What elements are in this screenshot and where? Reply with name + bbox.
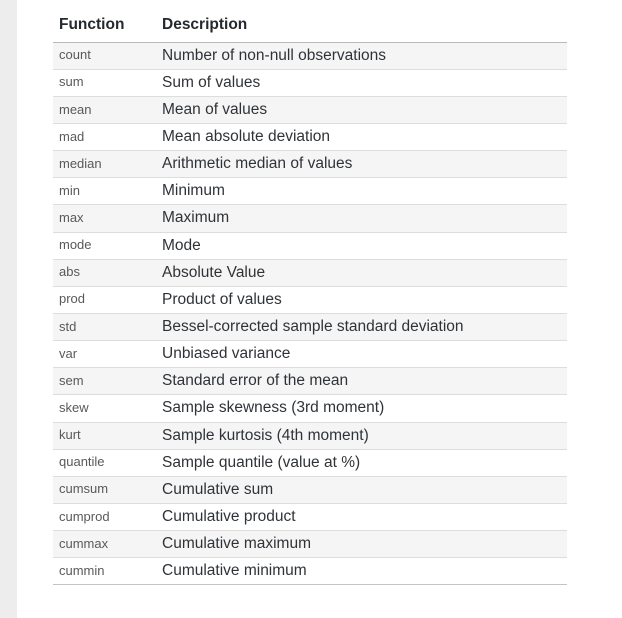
cell-function-description: Cumulative product (156, 502, 567, 532)
function-reference-table: Function Description count Number of non-… (53, 14, 567, 586)
cell-function-name: mean (53, 95, 156, 125)
content-area: Function Description count Number of non-… (17, 0, 622, 618)
table-row: mode Mode (53, 231, 567, 260)
cell-function-name: prod (53, 285, 156, 315)
cell-function-description: Sample quantile (value at %) (156, 448, 567, 477)
table-row: sem Standard error of the mean (53, 367, 567, 396)
cell-function-description: Mean of values (156, 95, 567, 125)
column-header-description: Description (162, 16, 248, 33)
cell-function-name: abs (53, 258, 156, 287)
cell-function-name: mode (53, 231, 156, 260)
cell-function-name: cummax (53, 530, 156, 559)
cell-function-description: Minimum (156, 177, 567, 206)
table-row: cumsum Cumulative sum (53, 475, 567, 504)
cell-function-description: Sample kurtosis (4th moment) (156, 421, 567, 450)
cell-function-name: quantile (53, 448, 156, 477)
cell-function-description: Mean absolute deviation (156, 123, 567, 152)
table-row: skew Sample skewness (3rd moment) (53, 394, 567, 423)
table-header-row: Function Description (53, 14, 567, 42)
cell-function-description: Absolute Value (156, 258, 567, 287)
table-row: var Unbiased variance (53, 340, 567, 369)
left-gutter-strip (0, 0, 17, 618)
table-header: Function Description (53, 14, 567, 42)
table-body: count Number of non-null observations sum S… (53, 41, 567, 586)
cell-function-name: cummin (53, 557, 156, 586)
cell-function-description: Number of non-null observations (156, 41, 567, 70)
cell-function-description: Cumulative maximum (156, 530, 567, 559)
cell-function-description: Product of values (156, 285, 567, 315)
function-reference-table-container: Function Description count Number of non-… (53, 14, 567, 586)
cell-function-name: cumprod (53, 502, 156, 532)
cell-function-description: Cumulative minimum (156, 557, 567, 586)
table-row: cummax Cumulative maximum (53, 530, 567, 559)
cell-function-name: count (53, 41, 156, 70)
cell-function-name: mad (53, 123, 156, 152)
table-row: prod Product of values (53, 285, 567, 315)
table-row: median Arithmetic median of values (53, 150, 567, 179)
cell-function-description: Standard error of the mean (156, 367, 567, 396)
cell-function-name: skew (53, 394, 156, 423)
cell-function-description: Arithmetic median of values (156, 150, 567, 179)
cell-function-description: Sum of values (156, 68, 567, 97)
table-row: cumprod Cumulative product (53, 502, 567, 532)
cell-function-description: Unbiased variance (156, 340, 567, 369)
cell-function-name: std (53, 312, 156, 342)
cell-function-name: var (53, 340, 156, 369)
table-row: count Number of non-null observations (53, 41, 567, 70)
cell-function-name: kurt (53, 421, 156, 450)
cell-function-description: Bessel-corrected sample standard deviati… (156, 312, 567, 342)
table-row: mean Mean of values (53, 95, 567, 125)
cell-function-name: cumsum (53, 475, 156, 504)
cell-function-description: Maximum (156, 204, 567, 233)
table-row: cummin Cumulative minimum (53, 557, 567, 586)
cell-function-description: Sample skewness (3rd moment) (156, 394, 567, 423)
table-row: sum Sum of values (53, 68, 567, 97)
table-row: min Minimum (53, 177, 567, 206)
table-row: quantile Sample quantile (value at %) (53, 448, 567, 477)
cell-function-description: Mode (156, 231, 567, 260)
cell-function-name: sem (53, 367, 156, 396)
table-row: max Maximum (53, 204, 567, 233)
table-row: kurt Sample kurtosis (4th moment) (53, 421, 567, 450)
table-row: std Bessel-corrected sample standard devi… (53, 312, 567, 342)
cell-function-name: min (53, 177, 156, 206)
cell-function-description: Cumulative sum (156, 475, 567, 504)
table-row: abs Absolute Value (53, 258, 567, 287)
column-header-function: Function (59, 16, 125, 33)
cell-function-name: median (53, 150, 156, 179)
cell-function-name: sum (53, 68, 156, 97)
cell-function-name: max (53, 204, 156, 233)
table-row: mad Mean absolute deviation (53, 123, 567, 152)
